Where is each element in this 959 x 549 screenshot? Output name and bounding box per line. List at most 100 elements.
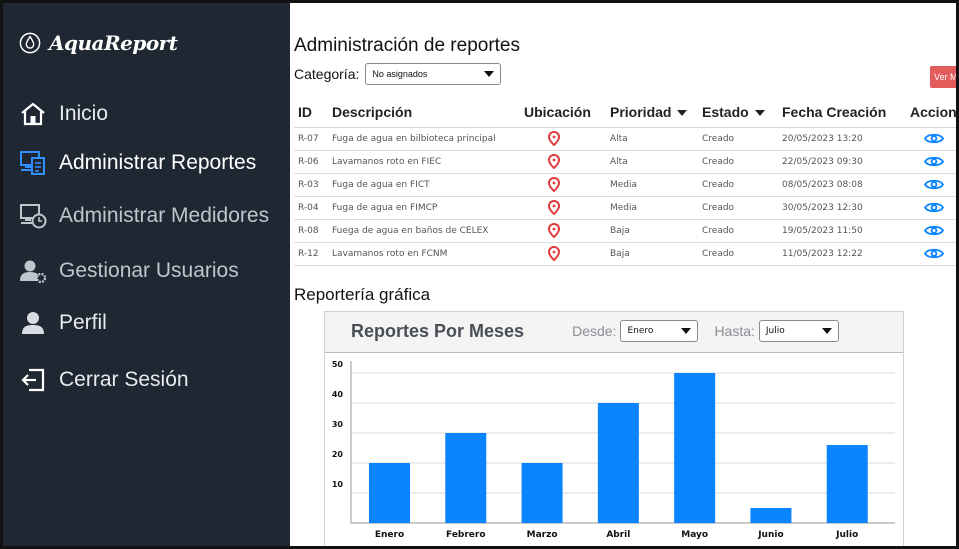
- view-eye-icon[interactable]: [924, 132, 944, 145]
- y-tick-label: 50: [332, 360, 344, 369]
- x-tick-label: Enero: [375, 530, 404, 540]
- col-header-fecha: Fecha Creación: [778, 97, 906, 128]
- chevron-down-icon: [754, 110, 765, 117]
- cell-estado: Creado: [698, 127, 778, 151]
- from-month-value: Enero: [627, 326, 654, 336]
- bar: [597, 403, 639, 523]
- sidebar-item-administrar-medidores[interactable]: Administrar Medidores: [19, 203, 269, 229]
- bar: [750, 508, 792, 523]
- users-gear-icon: [19, 258, 47, 284]
- sidebar-item-inicio[interactable]: Inicio: [19, 101, 108, 127]
- cell-fecha: 22/05/2023 09:30: [778, 150, 906, 174]
- to-month-value: Julio: [765, 326, 785, 336]
- view-eye-icon[interactable]: [924, 224, 944, 237]
- cell-id: R-08: [294, 219, 328, 243]
- page-title: Administración de reportes: [294, 35, 520, 56]
- to-month-select[interactable]: Julio: [758, 320, 839, 342]
- col-header-prioridad[interactable]: Prioridad: [606, 97, 698, 128]
- cell-ubicacion: [520, 242, 606, 266]
- cell-acciones: [906, 150, 956, 174]
- app-name: AquaReport: [49, 31, 178, 55]
- user-icon: [19, 310, 47, 336]
- cell-fecha: 11/05/2023 12:22: [778, 242, 906, 266]
- bar: [445, 433, 487, 523]
- chart-area: 10 20 30 40 50 Enero Febrero Marzo Abril Mayo Juni…: [325, 352, 903, 546]
- view-eye-icon[interactable]: [924, 178, 944, 191]
- cell-ubicacion: [520, 196, 606, 220]
- cell-id: R-03: [294, 173, 328, 197]
- sidebar-item-label: Administrar Medidores: [59, 204, 270, 227]
- view-eye-icon[interactable]: [924, 155, 944, 168]
- chart-title: Reportes Por Meses: [351, 320, 525, 341]
- water-drop-icon: [19, 32, 41, 54]
- category-select-value: No asignados: [372, 69, 428, 79]
- location-pin-icon[interactable]: [548, 200, 560, 215]
- cell-descripcion: Fuga de agua en FIMCP: [328, 196, 520, 220]
- x-tick-label: Julio: [835, 530, 858, 540]
- sidebar-item-gestionar-usuarios[interactable]: Gestionar Usuarios: [19, 258, 239, 284]
- cell-id: R-12: [294, 242, 328, 266]
- from-month-select[interactable]: Enero: [620, 320, 699, 342]
- category-select[interactable]: No asignados: [365, 63, 502, 85]
- main-content: Administración de reportes Categoría: No…: [290, 3, 956, 546]
- cell-estado: Creado: [698, 242, 778, 266]
- chevron-down-icon: [821, 328, 832, 334]
- col-header-acciones: Acciones: [906, 97, 956, 128]
- app-logo[interactable]: AquaReport: [19, 31, 178, 55]
- cell-acciones: [906, 196, 956, 220]
- cell-ubicacion: [520, 150, 606, 174]
- view-eye-icon[interactable]: [924, 201, 944, 214]
- sidebar-item-label: Gestionar Usuarios: [59, 259, 239, 282]
- table-row: R-07 Fuga de agua en bilbioteca principal…: [294, 127, 956, 151]
- sidebar-item-label: Administrar Reportes: [59, 151, 257, 174]
- location-pin-icon[interactable]: [548, 223, 560, 238]
- category-label: Categoría:: [294, 66, 360, 82]
- cell-descripcion: Lavamanos roto en FIEC: [328, 150, 520, 174]
- bar: [674, 373, 716, 523]
- cell-acciones: [906, 242, 956, 266]
- chart-panel: Reportes Por Meses Desde: Enero Hasta: J…: [324, 311, 904, 546]
- meter-clock-icon: [19, 203, 47, 229]
- view-map-button[interactable]: Ver Mapa: [930, 66, 956, 88]
- sidebar-item-administrar-reportes[interactable]: Administrar Reportes: [19, 150, 256, 176]
- col-header-estado[interactable]: Estado: [698, 97, 778, 128]
- location-pin-icon[interactable]: [548, 154, 560, 169]
- cell-ubicacion: [520, 127, 606, 151]
- bar: [826, 445, 868, 523]
- sidebar-item-label: Perfil: [59, 311, 107, 334]
- cell-estado: Creado: [698, 196, 778, 220]
- sidebar-item-label: Cerrar Sesión: [59, 368, 189, 391]
- cell-estado: Creado: [698, 219, 778, 243]
- cell-prioridad: Alta: [606, 127, 698, 151]
- table-row: R-04 Fuga de agua en FIMCP Media Creado 30/0…: [294, 196, 956, 220]
- cell-acciones: [906, 173, 956, 197]
- cell-prioridad: Baja: [606, 242, 698, 266]
- location-pin-icon[interactable]: [548, 131, 560, 146]
- y-tick-label: 10: [332, 480, 344, 489]
- view-eye-icon[interactable]: [924, 247, 944, 260]
- location-pin-icon[interactable]: [548, 246, 560, 261]
- cell-prioridad: Media: [606, 173, 698, 197]
- cell-fecha: 20/05/2023 13:20: [778, 127, 906, 151]
- cell-prioridad: Baja: [606, 219, 698, 243]
- cell-descripcion: Fuga de agua en bilbioteca principal: [328, 127, 520, 151]
- home-icon: [19, 101, 47, 127]
- cell-ubicacion: [520, 173, 606, 197]
- x-tick-label: Abril: [606, 530, 630, 540]
- cell-descripcion: Fuega de agua en baños de CELEX: [328, 219, 520, 243]
- logout-icon: [19, 367, 47, 393]
- reports-table: ID Descripción Ubicación Prioridad Estad…: [294, 97, 956, 266]
- sidebar: AquaReport Inicio Administrar Reportes A…: [3, 3, 290, 546]
- estado-label: Estado: [702, 103, 749, 120]
- col-header-descripcion: Descripción: [328, 97, 520, 128]
- col-header-ubicacion: Ubicación: [520, 97, 606, 128]
- location-pin-icon[interactable]: [548, 177, 560, 192]
- y-tick-label: 40: [332, 390, 344, 399]
- sidebar-item-perfil[interactable]: Perfil: [19, 310, 107, 336]
- chart-header: Reportes Por Meses Desde: Enero Hasta: J…: [325, 312, 903, 350]
- table-row: R-06 Lavamanos roto en FIEC Alta Creado 22/0…: [294, 150, 956, 174]
- y-tick-label: 20: [332, 450, 344, 459]
- sidebar-item-cerrar-sesion[interactable]: Cerrar Sesión: [19, 367, 189, 393]
- to-label: Hasta:: [714, 323, 755, 339]
- table-header-row: ID Descripción Ubicación Prioridad Estad…: [294, 97, 956, 128]
